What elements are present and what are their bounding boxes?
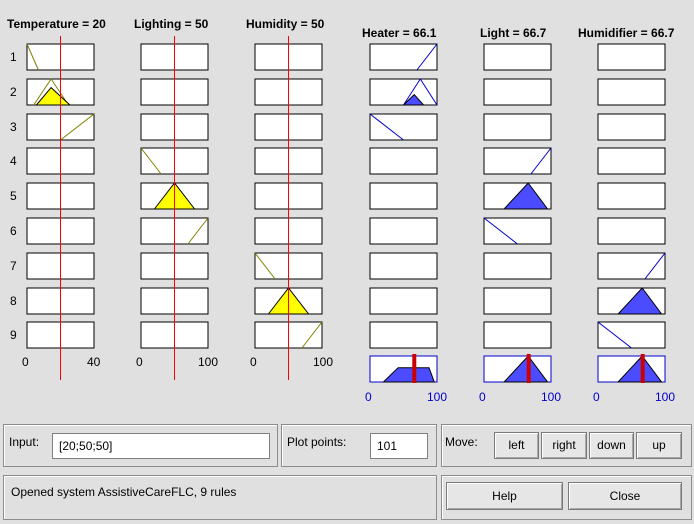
status-message: Opened system AssistiveCareFLC, 9 rules bbox=[11, 485, 237, 499]
rule-number: 8 bbox=[10, 294, 17, 308]
heater-rule-3-box bbox=[369, 113, 438, 141]
rule-number: 5 bbox=[10, 189, 17, 203]
heater-rule-5-box bbox=[369, 182, 438, 210]
light-rule-7-box bbox=[483, 252, 552, 280]
input-vector-field[interactable]: [20;50;50] bbox=[52, 433, 270, 459]
input-label: Input: bbox=[9, 435, 40, 449]
humidifier-rule-6-box bbox=[597, 217, 666, 245]
header-light: Light = 66.7 bbox=[480, 26, 547, 40]
temperature-axis-max: 40 bbox=[87, 355, 101, 369]
rule-number: 1 bbox=[10, 50, 17, 64]
lighting-axis-max: 100 bbox=[198, 355, 219, 369]
rule-number: 3 bbox=[10, 120, 17, 134]
move-down-button[interactable]: down bbox=[589, 432, 634, 459]
rule-number: 7 bbox=[10, 259, 17, 273]
light-rule-1-box bbox=[483, 43, 552, 71]
move-label: Move: bbox=[445, 435, 478, 449]
humidity-axis-min: 0 bbox=[250, 355, 257, 369]
lighting-axis-min: 0 bbox=[136, 355, 143, 369]
move-up-button[interactable]: up bbox=[636, 432, 682, 459]
humidifier-axis-min: 0 bbox=[593, 390, 600, 404]
plot-points-field[interactable]: 101 bbox=[370, 433, 428, 459]
humidifier-rule-4-box bbox=[597, 147, 666, 175]
temperature-axis-min: 0 bbox=[22, 355, 29, 369]
light-rule-6-box bbox=[483, 217, 552, 245]
move-left-button[interactable]: left bbox=[494, 432, 539, 459]
help-button[interactable]: Help bbox=[446, 482, 563, 510]
light-rule-8-box bbox=[483, 287, 552, 315]
header-humidifier: Humidifier = 66.7 bbox=[578, 26, 675, 40]
heater-rule-6-box bbox=[369, 217, 438, 245]
header-heater: Heater = 66.1 bbox=[362, 26, 437, 40]
rule-number: 4 bbox=[10, 154, 17, 168]
move-right-button[interactable]: right bbox=[541, 432, 587, 459]
rule-number: 9 bbox=[10, 328, 17, 342]
rule-number: 2 bbox=[10, 85, 17, 99]
heater-axis-max: 100 bbox=[427, 390, 448, 404]
heater-rule-9-box bbox=[369, 321, 438, 349]
humidifier-rule-2-box bbox=[597, 78, 666, 106]
rule-viewer-plot-area[interactable] bbox=[0, 0, 694, 420]
header-temperature: Temperature = 20 bbox=[7, 17, 106, 31]
heater-rule-7-box bbox=[369, 252, 438, 280]
light-rule-9-box bbox=[483, 321, 552, 349]
light-rule-3-box bbox=[483, 113, 552, 141]
heater-rule-8-box bbox=[369, 287, 438, 315]
light-axis-min: 0 bbox=[479, 390, 486, 404]
rule-number: 6 bbox=[10, 224, 17, 238]
humidifier-rule-3-box bbox=[597, 113, 666, 141]
plot-points-label: Plot points: bbox=[287, 435, 347, 449]
heater-axis-min: 0 bbox=[365, 390, 372, 404]
light-axis-max: 100 bbox=[541, 390, 562, 404]
heater-rule-4-box bbox=[369, 147, 438, 175]
humidifier-rule-5-box bbox=[597, 182, 666, 210]
header-lighting: Lighting = 50 bbox=[134, 17, 209, 31]
close-button[interactable]: Close bbox=[568, 482, 682, 510]
humidifier-rule-9-box bbox=[597, 321, 666, 349]
humidifier-rule-1-box bbox=[597, 43, 666, 71]
header-humidity: Humidity = 50 bbox=[246, 17, 325, 31]
humidity-axis-max: 100 bbox=[313, 355, 334, 369]
light-rule-2-box bbox=[483, 78, 552, 106]
humidifier-axis-max: 100 bbox=[655, 390, 676, 404]
heater-rule-2-box bbox=[369, 78, 438, 106]
